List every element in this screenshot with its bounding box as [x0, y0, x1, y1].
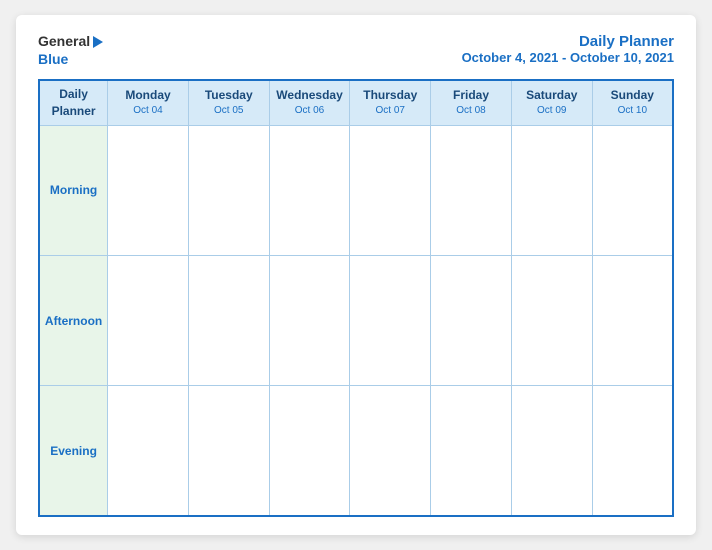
col-header-label: Daily Planner — [39, 80, 108, 125]
cell-evening-wednesday[interactable] — [269, 386, 350, 516]
col-header-tuesday: Tuesday Oct 05 — [188, 80, 269, 125]
cell-afternoon-friday[interactable] — [431, 255, 512, 385]
cell-afternoon-wednesday[interactable] — [269, 255, 350, 385]
col-header-sunday: Sunday Oct 10 — [592, 80, 673, 125]
cell-morning-thursday[interactable] — [350, 125, 431, 255]
cell-evening-friday[interactable] — [431, 386, 512, 516]
cell-afternoon-monday[interactable] — [108, 255, 189, 385]
header-row: Daily Planner Monday Oct 04 Tuesday Oct … — [39, 80, 673, 125]
cell-evening-thursday[interactable] — [350, 386, 431, 516]
logo: General Blue — [38, 33, 103, 67]
planner-page: General Blue Daily Planner October 4, 20… — [16, 15, 696, 535]
row-label-afternoon: Afternoon — [39, 255, 108, 385]
row-label-evening: Evening — [39, 386, 108, 516]
cell-afternoon-tuesday[interactable] — [188, 255, 269, 385]
logo-general: General — [38, 33, 103, 51]
header-title: Daily Planner October 4, 2021 - October … — [462, 33, 674, 65]
cell-morning-wednesday[interactable] — [269, 125, 350, 255]
cell-morning-tuesday[interactable] — [188, 125, 269, 255]
logo-arrow-icon — [93, 36, 103, 48]
calendar-table: Daily Planner Monday Oct 04 Tuesday Oct … — [38, 79, 674, 517]
cell-morning-monday[interactable] — [108, 125, 189, 255]
cell-morning-friday[interactable] — [431, 125, 512, 255]
row-afternoon: Afternoon — [39, 255, 673, 385]
row-evening: Evening — [39, 386, 673, 516]
col-header-thursday: Thursday Oct 07 — [350, 80, 431, 125]
header: General Blue Daily Planner October 4, 20… — [38, 33, 674, 67]
planner-title: Daily Planner — [462, 33, 674, 50]
cell-evening-sunday[interactable] — [592, 386, 673, 516]
col-header-friday: Friday Oct 08 — [431, 80, 512, 125]
cell-afternoon-saturday[interactable] — [511, 255, 592, 385]
cell-afternoon-sunday[interactable] — [592, 255, 673, 385]
row-morning: Morning — [39, 125, 673, 255]
cell-morning-sunday[interactable] — [592, 125, 673, 255]
planner-date-range: October 4, 2021 - October 10, 2021 — [462, 50, 674, 65]
col-header-saturday: Saturday Oct 09 — [511, 80, 592, 125]
col-header-wednesday: Wednesday Oct 06 — [269, 80, 350, 125]
cell-evening-saturday[interactable] — [511, 386, 592, 516]
row-label-morning: Morning — [39, 125, 108, 255]
cell-evening-tuesday[interactable] — [188, 386, 269, 516]
cell-evening-monday[interactable] — [108, 386, 189, 516]
cell-morning-saturday[interactable] — [511, 125, 592, 255]
col-header-monday: Monday Oct 04 — [108, 80, 189, 125]
cell-afternoon-thursday[interactable] — [350, 255, 431, 385]
logo-blue-text: Blue — [38, 51, 68, 67]
